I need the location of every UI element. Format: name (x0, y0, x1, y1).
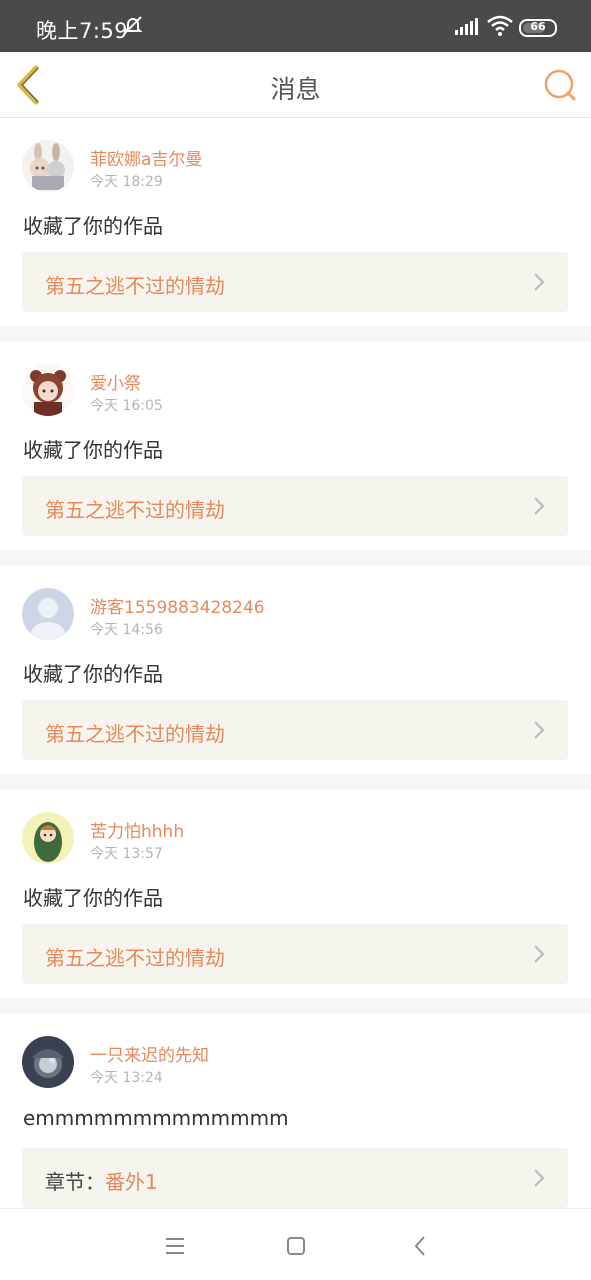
app-header: 消息 (0, 52, 591, 118)
system-nav-bar (0, 1208, 591, 1280)
message-card: 苦力怕hhhh 今天 13:57 收藏了你的作品 第五之逃不过的情劫 (0, 790, 591, 998)
chevron-right-icon (534, 497, 545, 515)
avatar[interactable] (22, 1036, 74, 1088)
chapter-prefix: 章节： (45, 1170, 105, 1194)
message-list: 菲欧娜a吉尔曼 今天 18:29 收藏了你的作品 第五之逃不过的情劫 爱小祭 今… (0, 118, 591, 1238)
status-bar: 晚上7:59 66 (0, 0, 591, 52)
username[interactable]: 爱小祭 (90, 369, 141, 394)
work-title: 第五之逃不过的情劫 (45, 722, 225, 746)
menu-icon (166, 1238, 184, 1254)
anime-girl-avatar-icon (22, 140, 74, 192)
message-text: 收藏了你的作品 (23, 438, 163, 462)
home-button[interactable] (281, 1231, 311, 1261)
chapter-title: 章节：番外1 (45, 1166, 158, 1195)
bear-hood-avatar-icon (22, 364, 74, 416)
work-link[interactable]: 第五之逃不过的情劫 (22, 252, 568, 312)
chevron-right-icon (534, 945, 545, 963)
seer-avatar-icon (22, 1036, 74, 1088)
message-text: 收藏了你的作品 (23, 886, 163, 910)
message-text: 收藏了你的作品 (23, 662, 163, 686)
menu-button[interactable] (160, 1231, 190, 1261)
battery-level: 66 (530, 20, 546, 33)
home-icon (287, 1237, 305, 1255)
timestamp: 今天 14:56 (90, 622, 163, 638)
message-card: 一只来迟的先知 今天 13:24 emmmmmmmmmmmmm 章节：番外1 (0, 1014, 591, 1222)
message-text: 收藏了你的作品 (23, 214, 163, 238)
work-title: 第五之逃不过的情劫 (45, 498, 225, 522)
timestamp: 今天 13:57 (90, 846, 163, 862)
chapter-name: 番外1 (105, 1170, 158, 1194)
timestamp: 今天 18:29 (90, 174, 163, 190)
chevron-right-icon (534, 721, 545, 739)
green-hood-avatar-icon (22, 812, 74, 864)
chapter-link[interactable]: 章节：番外1 (22, 1148, 568, 1208)
avatar[interactable] (22, 588, 74, 640)
username[interactable]: 一只来迟的先知 (90, 1041, 209, 1066)
search-icon (544, 69, 576, 101)
avatar[interactable] (22, 364, 74, 416)
battery-icon: 66 (519, 19, 557, 37)
message-text: emmmmmmmmmmmmm (23, 1106, 289, 1130)
message-card: 爱小祭 今天 16:05 收藏了你的作品 第五之逃不过的情劫 (0, 342, 591, 550)
message-card: 游客1559883428246 今天 14:56 收藏了你的作品 第五之逃不过的… (0, 566, 591, 774)
timestamp: 今天 16:05 (90, 398, 163, 414)
message-card: 菲欧娜a吉尔曼 今天 18:29 收藏了你的作品 第五之逃不过的情劫 (0, 118, 591, 326)
username[interactable]: 苦力怕hhhh (90, 817, 184, 842)
page-title: 消息 (270, 75, 321, 104)
mute-icon (122, 14, 144, 40)
work-title: 第五之逃不过的情劫 (45, 946, 225, 970)
avatar[interactable] (22, 140, 74, 192)
work-link[interactable]: 第五之逃不过的情劫 (22, 700, 568, 760)
username[interactable]: 菲欧娜a吉尔曼 (90, 145, 202, 170)
system-back-button[interactable] (406, 1231, 436, 1261)
work-link[interactable]: 第五之逃不过的情劫 (22, 924, 568, 984)
timestamp: 今天 13:24 (90, 1070, 163, 1086)
username[interactable]: 游客1559883428246 (90, 593, 265, 618)
status-time: 晚上7:59 (36, 19, 129, 43)
wifi-icon (487, 15, 513, 41)
back-icon (414, 1236, 425, 1256)
search-button[interactable] (542, 67, 578, 103)
default-avatar-icon (22, 588, 74, 640)
chevron-right-icon (534, 273, 545, 291)
work-title: 第五之逃不过的情劫 (45, 274, 225, 298)
chevron-right-icon (534, 1169, 545, 1187)
avatar[interactable] (22, 812, 74, 864)
signal-icon (455, 18, 479, 39)
work-link[interactable]: 第五之逃不过的情劫 (22, 476, 568, 536)
